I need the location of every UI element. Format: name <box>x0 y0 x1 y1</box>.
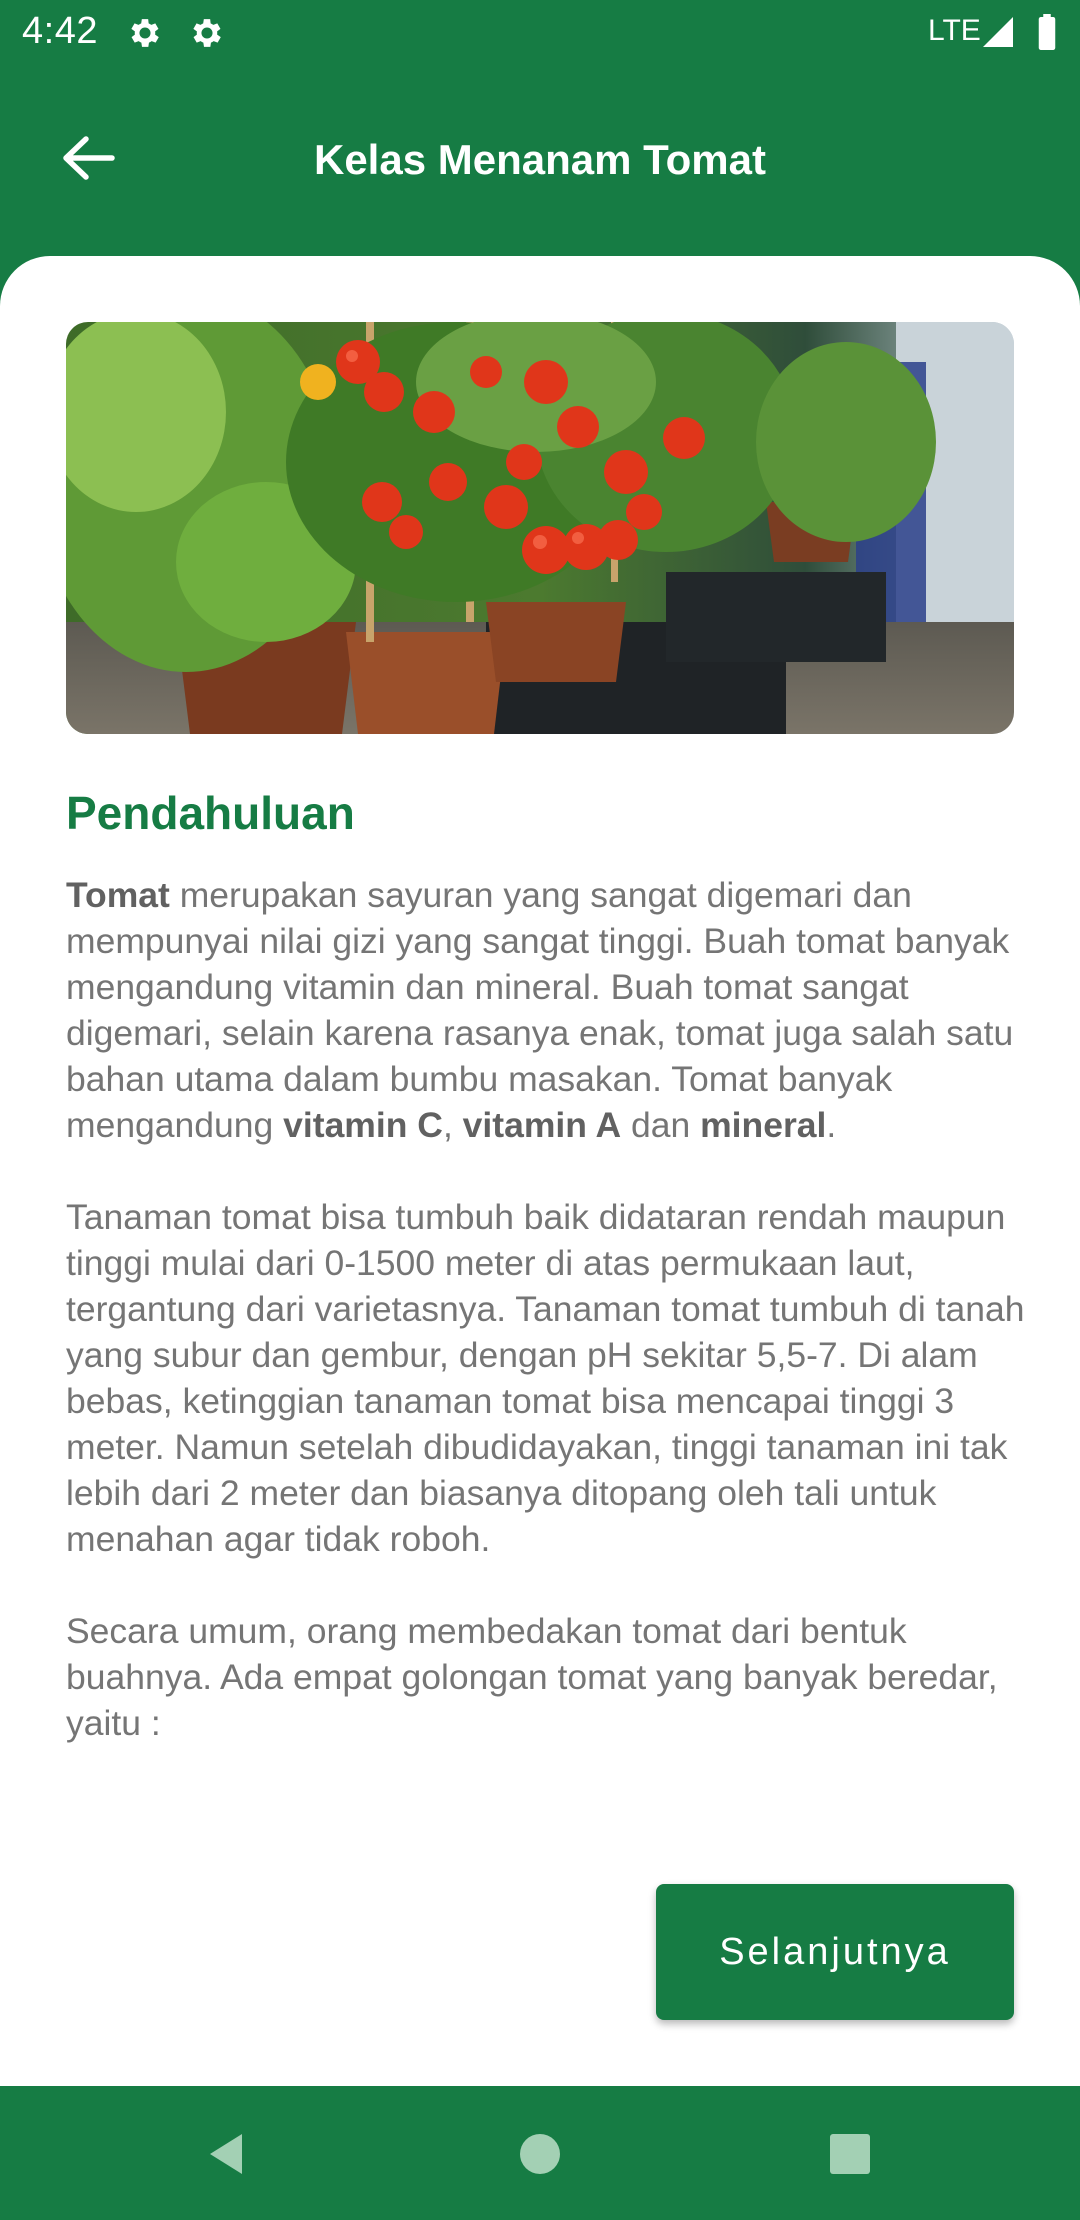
content-card: Pendahuluan Tomat merupakan sayuran yang… <box>0 256 1080 2086</box>
section-title: Pendahuluan <box>66 787 355 839</box>
article-body: Tomat merupakan sayuran yang sangat dige… <box>66 872 1026 1818</box>
article-paragraph-1: Tomat merupakan sayuran yang sangat dige… <box>66 875 1014 1145</box>
nav-back-icon[interactable] <box>198 2126 254 2182</box>
article-paragraph-3: Secara umum, orang membedakan tomat dari… <box>66 1611 998 1743</box>
page-title: Kelas Menanam Tomat <box>313 136 766 183</box>
status-time: 4:42 <box>22 10 98 52</box>
settings-icon <box>193 19 221 47</box>
network-type: LTE <box>928 14 981 47</box>
hero-image <box>66 322 1014 734</box>
nav-recent-icon[interactable] <box>822 2126 878 2182</box>
article-paragraph-2: Tanaman tomat bisa tumbuh baik didataran… <box>66 1197 1025 1559</box>
app-bar: Kelas Menanam Tomat <box>0 66 1080 256</box>
settings-icon <box>131 19 159 47</box>
next-button[interactable]: Selanjutnya <box>656 1884 1014 2020</box>
system-navigation-bar <box>0 2086 1080 2220</box>
nav-home-icon[interactable] <box>512 2126 568 2182</box>
tomato-plants-illustration <box>66 322 1014 734</box>
signal-icon <box>983 17 1013 47</box>
battery-icon <box>1038 14 1056 50</box>
status-bar: 4:42 LTE <box>0 0 1080 66</box>
